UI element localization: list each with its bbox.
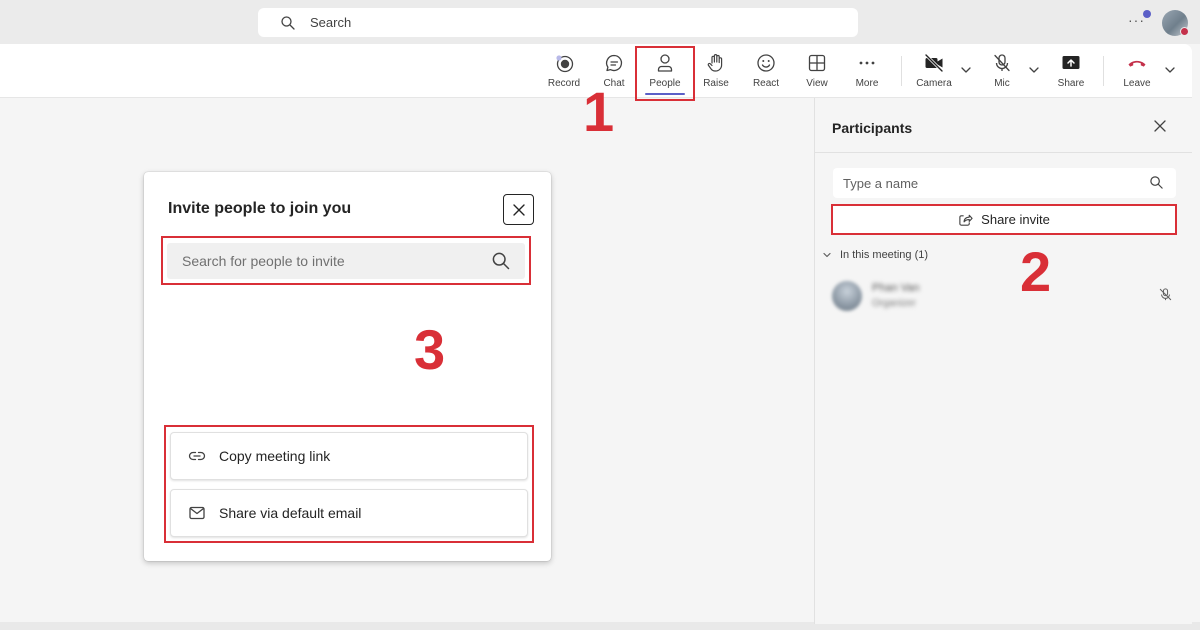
record-icon: [556, 55, 574, 73]
raise-label: Raise: [703, 78, 729, 89]
global-search-box[interactable]: Search: [258, 8, 858, 37]
leave-label: Leave: [1123, 78, 1151, 89]
record-label: Record: [547, 78, 581, 89]
share-arrow-icon: [959, 214, 973, 226]
search-icon: [1150, 176, 1163, 189]
mic-label: Mic: [994, 78, 1010, 89]
close-icon[interactable]: [1152, 118, 1168, 134]
share-via-email-button[interactable]: Share via default email: [170, 489, 528, 537]
view-label: View: [806, 78, 828, 89]
dialog-close-button[interactable]: [503, 194, 534, 225]
share-invite-label: Share invite: [981, 212, 1050, 227]
search-icon: [281, 15, 295, 30]
leave-button[interactable]: Leave: [1111, 50, 1163, 94]
mail-icon: [189, 506, 205, 520]
participant-search-input[interactable]: [843, 175, 1133, 191]
invite-search-input[interactable]: [182, 253, 482, 269]
react-button[interactable]: React: [740, 50, 792, 94]
leave-options-chevron-icon[interactable]: [1163, 63, 1177, 77]
share-via-email-label: Share via default email: [219, 505, 362, 521]
invite-search-field[interactable]: [167, 243, 525, 279]
invite-dialog-title: Invite people to join you: [168, 200, 352, 217]
panel-divider: [815, 152, 1192, 153]
mic-off-icon: [1159, 288, 1172, 301]
mic-button[interactable]: Mic: [976, 50, 1028, 94]
participant-search-field[interactable]: [833, 168, 1176, 198]
participants-panel-title: Participants: [832, 120, 913, 136]
camera-options-chevron-icon[interactable]: [959, 63, 973, 77]
invite-search-highlight: [161, 236, 531, 285]
smiley-icon: [757, 54, 775, 72]
raise-hand-button[interactable]: Raise: [690, 50, 742, 94]
search-icon: [492, 252, 510, 270]
more-button[interactable]: More: [841, 50, 893, 94]
step-number-2: 2: [1020, 240, 1052, 303]
link-icon: [188, 451, 206, 461]
hand-icon: [707, 54, 723, 72]
share-label: Share: [1057, 78, 1085, 89]
mic-off-icon: [994, 54, 1010, 72]
camera-off-icon: [924, 53, 944, 73]
grid-icon: [808, 54, 826, 72]
presence-badge: [1180, 27, 1189, 36]
view-button[interactable]: View: [791, 50, 843, 94]
notification-dot: [1143, 10, 1151, 18]
participant-avatar: [832, 281, 862, 311]
react-label: React: [752, 78, 780, 89]
copy-meeting-link-label: Copy meeting link: [219, 448, 331, 464]
share-invite-button[interactable]: Share invite: [831, 204, 1177, 235]
close-icon: [512, 203, 525, 216]
people-button-highlight: [635, 46, 695, 101]
camera-label: Camera: [916, 78, 952, 89]
more-label: More: [855, 78, 879, 89]
section-label: In this meeting (1): [840, 249, 929, 261]
camera-button[interactable]: Camera: [908, 50, 960, 94]
hang-up-icon: [1128, 60, 1146, 67]
global-search-placeholder: Search: [310, 15, 352, 30]
invite-actions-highlight: Copy meeting link Share via default emai…: [164, 425, 534, 543]
chevron-down-icon: [823, 252, 831, 258]
in-meeting-section-header[interactable]: In this meeting (1): [822, 249, 928, 261]
share-button[interactable]: Share: [1045, 50, 1097, 94]
toolbar-divider: [901, 56, 902, 86]
share-screen-icon: [1062, 56, 1080, 69]
participant-name: Phan Van: [872, 282, 920, 294]
chat-icon: [605, 54, 623, 72]
mic-options-chevron-icon[interactable]: [1027, 63, 1041, 77]
participant-role: Organizer: [872, 298, 916, 309]
toolbar-divider: [1103, 56, 1104, 86]
step-number-1: 1: [583, 80, 615, 143]
ellipsis-icon: [859, 61, 875, 65]
step-number-3: 3: [414, 318, 446, 381]
copy-meeting-link-button[interactable]: Copy meeting link: [170, 432, 528, 480]
